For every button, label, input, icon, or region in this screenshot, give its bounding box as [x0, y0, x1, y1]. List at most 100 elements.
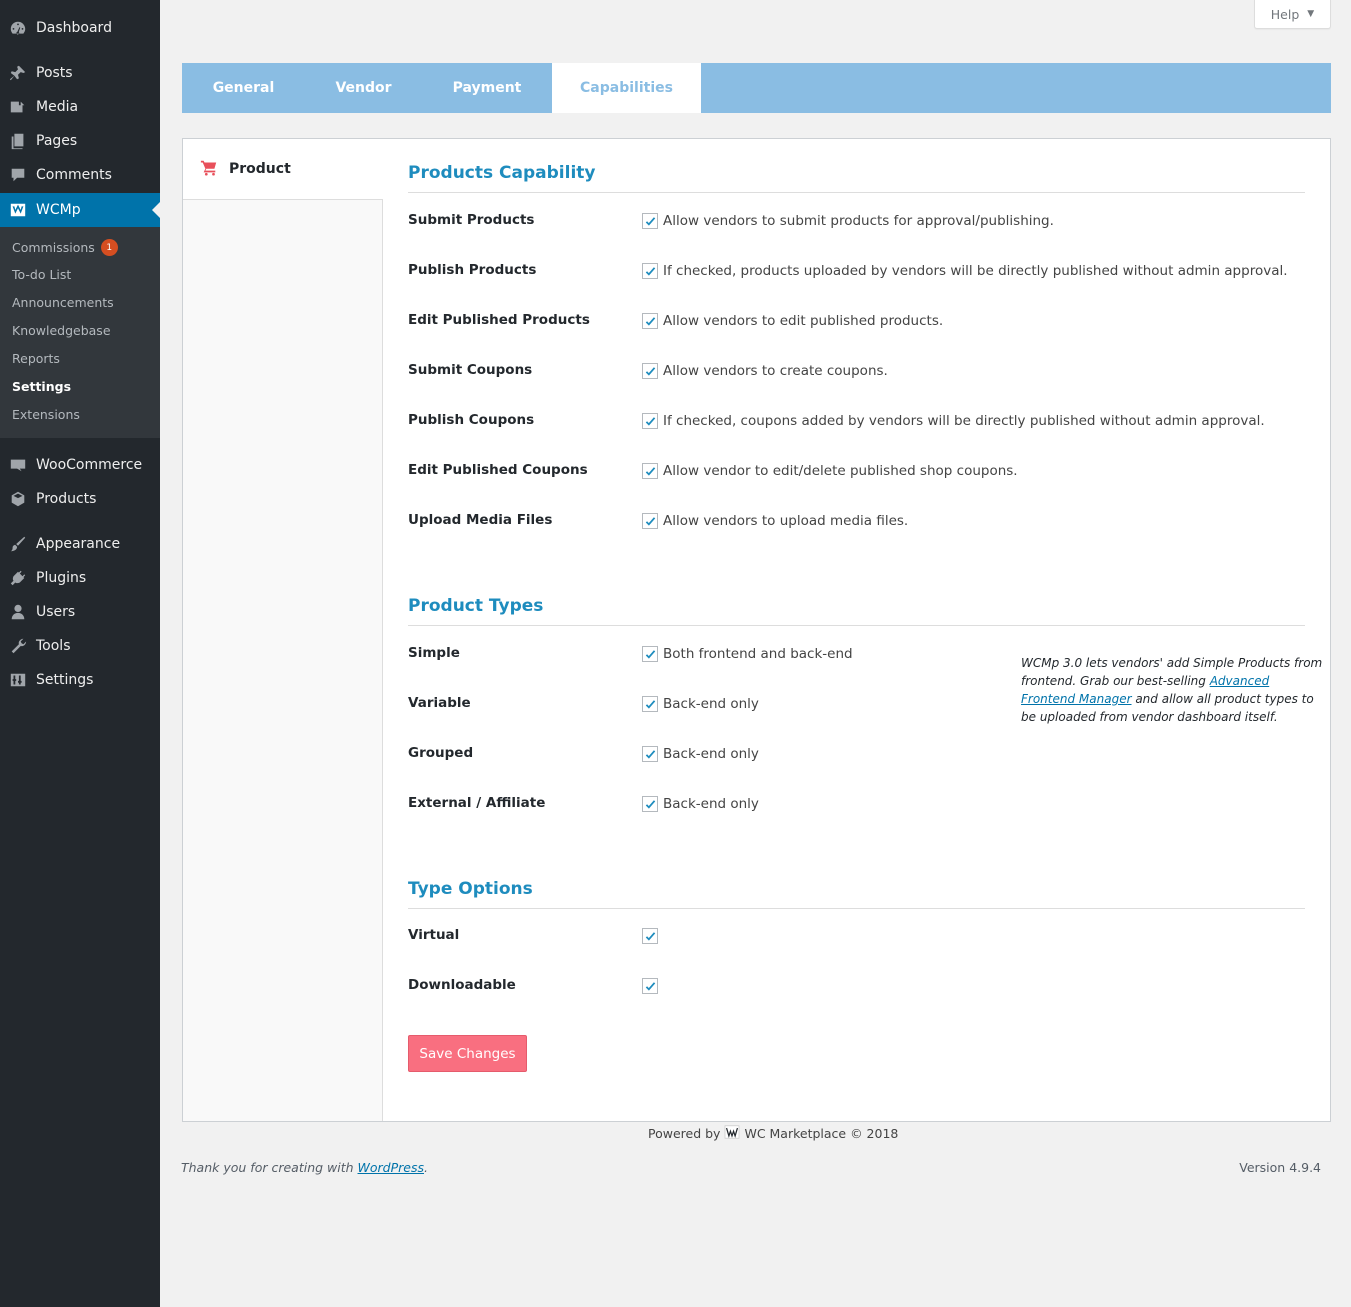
section-title-capability: Products Capability [408, 163, 596, 183]
checkbox-field[interactable] [642, 928, 658, 944]
submenu-label: Commissions [12, 240, 95, 255]
tab-label: General [212, 80, 275, 96]
field-label: Upload Media Files [408, 512, 553, 528]
powered-prefix: Powered by [648, 1126, 721, 1141]
checkbox-field[interactable]: Allow vendors to upload media files. [642, 513, 908, 529]
admin-sidebar: Dashboard Posts Media Pages Comments WCM… [0, 0, 160, 1307]
checkbox-description: If checked, coupons added by vendors wil… [663, 413, 1265, 429]
field-label: Virtual [408, 927, 460, 943]
checkbox-field[interactable] [642, 978, 658, 994]
checkbox-description: Back-end only [663, 796, 759, 812]
tab-label: Vendor [335, 80, 392, 96]
powered-name: WC Marketplace © 2018 [744, 1126, 899, 1141]
footer-thanks: Thank you for creating with WordPress. [181, 1160, 428, 1175]
tab-capabilities[interactable]: Capabilities [552, 63, 701, 113]
checkbox[interactable] [642, 363, 658, 379]
caret-down-icon: ▼ [1307, 9, 1315, 19]
menu-wcmp[interactable]: WCMp [0, 193, 160, 227]
submenu-extensions[interactable]: Extensions [12, 407, 80, 422]
field-label: Submit Products [408, 212, 535, 228]
woocommerce-icon [0, 456, 36, 474]
checkbox[interactable] [642, 646, 658, 662]
checkbox[interactable] [642, 513, 658, 529]
checkbox-description: Back-end only [663, 746, 759, 762]
checkbox-field[interactable]: Both frontend and back-end [642, 646, 853, 662]
tab-payment[interactable]: Payment [422, 63, 552, 113]
menu-products[interactable]: Products [0, 482, 160, 516]
checkbox-description: Allow vendors to create coupons. [663, 363, 888, 379]
checkbox-field[interactable]: If checked, products uploaded by vendors… [642, 263, 1288, 279]
submenu-label: To-do List [12, 267, 72, 282]
pages-icon [0, 132, 36, 150]
wordpress-link[interactable]: WordPress [358, 1160, 424, 1175]
comment-icon [0, 166, 36, 184]
checkbox-description: If checked, products uploaded by vendors… [663, 263, 1288, 279]
checkbox-field[interactable]: Allow vendors to create coupons. [642, 363, 888, 379]
checkbox-field[interactable]: If checked, coupons added by vendors wil… [642, 413, 1265, 429]
promo-text-before: WCMp 3.0 lets vendors' add Simple Produc… [1021, 656, 1323, 688]
section-divider [408, 908, 1305, 909]
checkbox[interactable] [642, 263, 658, 279]
menu-woocommerce[interactable]: WooCommerce [0, 448, 160, 482]
menu-label: WCMp [36, 202, 81, 218]
menu-appearance[interactable]: Appearance [0, 527, 160, 561]
checkbox[interactable] [642, 213, 658, 229]
section-divider [408, 192, 1305, 193]
menu-comments[interactable]: Comments [0, 158, 160, 192]
checkbox-field[interactable]: Allow vendor to edit/delete published sh… [642, 463, 1018, 479]
submenu-knowledgebase[interactable]: Knowledgebase [12, 323, 111, 338]
save-changes-button[interactable]: Save Changes [408, 1035, 527, 1072]
checkbox[interactable] [642, 928, 658, 944]
menu-settings[interactable]: Settings [0, 663, 160, 697]
submenu-announcements[interactable]: Announcements [12, 295, 114, 310]
settings-tab-bar: General Vendor Payment Capabilities [182, 63, 1331, 113]
field-label: Edit Published Coupons [408, 462, 588, 478]
menu-pages[interactable]: Pages [0, 124, 160, 158]
tab-label: Capabilities [580, 80, 673, 96]
field-label: External / Affiliate [408, 795, 546, 811]
field-label: Submit Coupons [408, 362, 533, 378]
menu-label: Plugins [36, 570, 87, 586]
checkbox[interactable] [642, 978, 658, 994]
menu-label: Products [36, 491, 97, 507]
menu-plugins[interactable]: Plugins [0, 561, 160, 595]
submenu-todo-list[interactable]: To-do List [12, 267, 71, 282]
checkbox-field[interactable]: Back-end only [642, 746, 759, 762]
checkbox[interactable] [642, 313, 658, 329]
menu-posts[interactable]: Posts [0, 56, 160, 90]
checkbox-description: Back-end only [663, 696, 759, 712]
checkbox-field[interactable]: Allow vendors to submit products for app… [642, 213, 1054, 229]
menu-label: Pages [36, 133, 78, 149]
checkbox-field[interactable]: Allow vendors to edit published products… [642, 313, 943, 329]
thanks-prefix: Thank you for creating with [181, 1160, 358, 1175]
checkbox[interactable] [642, 746, 658, 762]
submenu-settings[interactable]: Settings [12, 379, 71, 394]
tab-vendor[interactable]: Vendor [305, 63, 422, 113]
help-label: Help [1270, 6, 1300, 22]
wcmp-icon [0, 201, 36, 219]
section-divider [408, 625, 1305, 626]
checkbox[interactable] [642, 413, 658, 429]
field-label: Grouped [408, 745, 474, 761]
checkbox-description: Allow vendors to upload media files. [663, 513, 909, 529]
help-button[interactable]: Help ▼ [1254, 0, 1331, 29]
plug-icon [0, 569, 36, 587]
checkbox[interactable] [642, 796, 658, 812]
submenu-reports[interactable]: Reports [12, 351, 60, 366]
field-label: Publish Coupons [408, 412, 535, 428]
checkbox-field[interactable]: Back-end only [642, 696, 759, 712]
submenu-label: Knowledgebase [12, 323, 111, 338]
checkbox[interactable] [642, 463, 658, 479]
menu-users[interactable]: Users [0, 595, 160, 629]
checkbox[interactable] [642, 696, 658, 712]
menu-tools[interactable]: Tools [0, 629, 160, 663]
menu-dashboard[interactable]: Dashboard [0, 11, 160, 45]
tab-label: Payment [452, 80, 522, 96]
checkbox-field[interactable]: Back-end only [642, 796, 759, 812]
menu-media[interactable]: Media [0, 90, 160, 124]
dashboard-icon [0, 19, 36, 37]
tab-general[interactable]: General [182, 63, 305, 113]
section-nav-product[interactable]: Product [183, 139, 383, 200]
submenu-commissions[interactable]: Commissions 1 [12, 239, 118, 256]
powered-by: Powered by WC Marketplace © 2018 [648, 1125, 898, 1142]
